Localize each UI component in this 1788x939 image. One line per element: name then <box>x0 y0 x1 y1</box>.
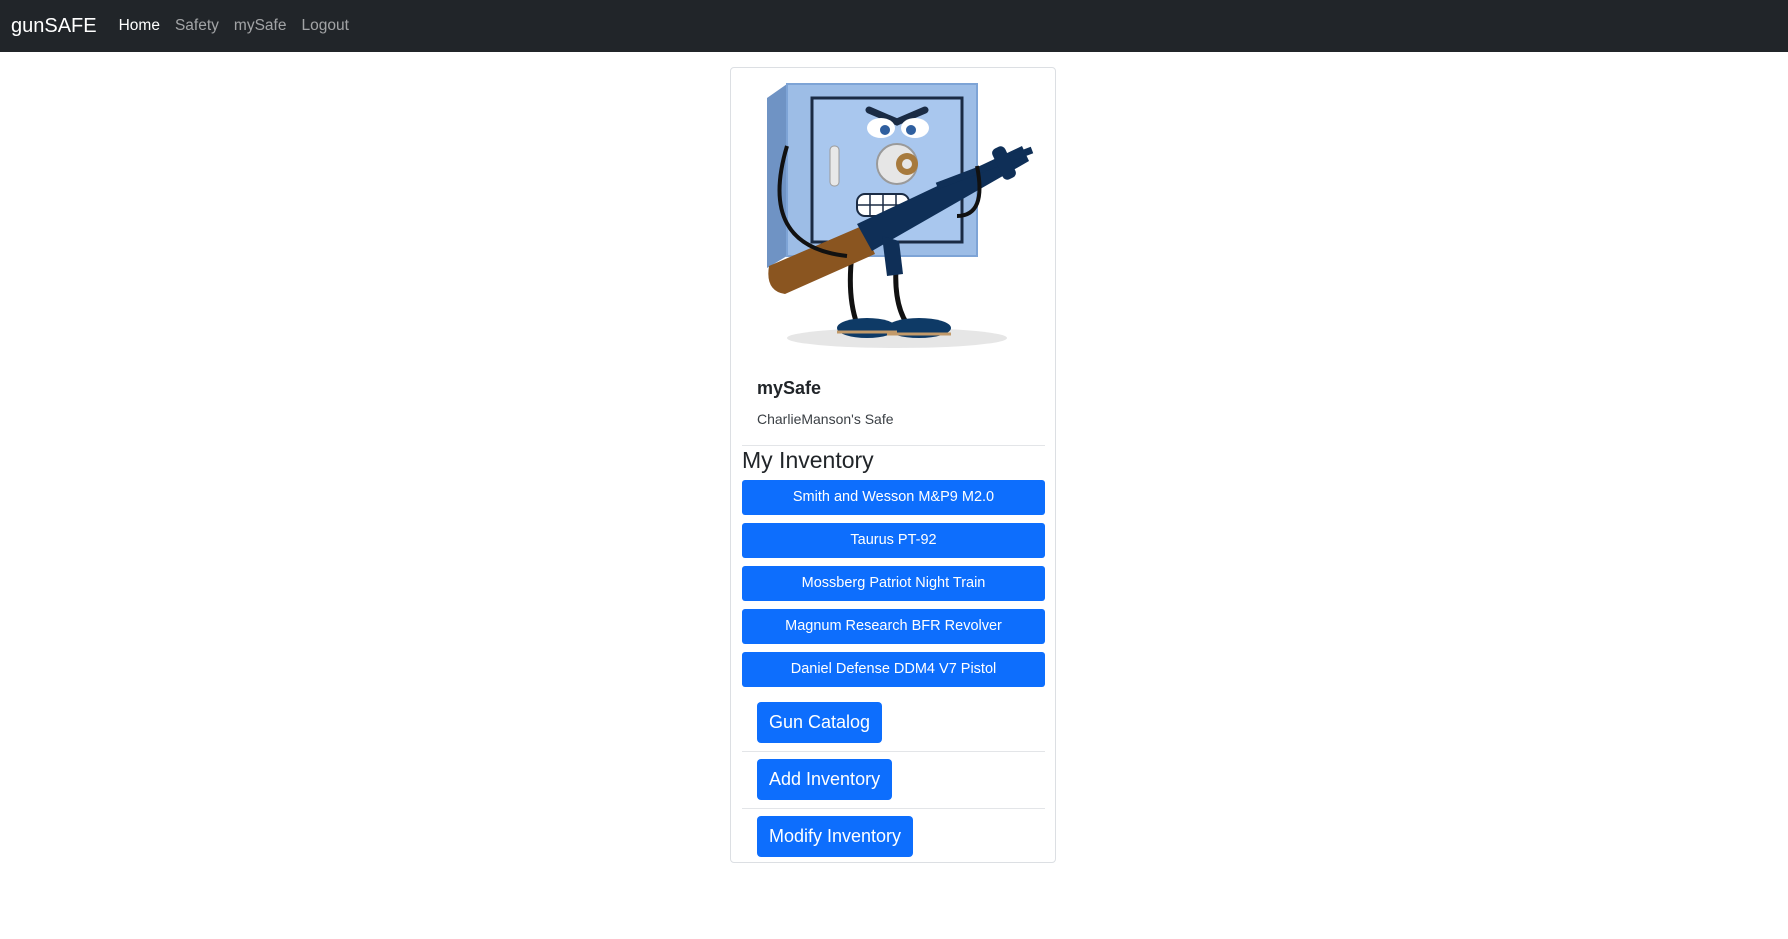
nav-link-safety[interactable]: Safety <box>175 17 219 35</box>
inventory-item-button[interactable]: Mossberg Patriot Night Train <box>742 566 1045 601</box>
inventory-heading: My Inventory <box>742 447 874 473</box>
inventory-item-button[interactable]: Taurus PT-92 <box>742 523 1045 558</box>
gun-catalog-button[interactable]: Gun Catalog <box>757 702 883 743</box>
add-inventory-button[interactable]: Add Inventory <box>757 759 893 800</box>
mysafe-card: mySafe CharlieManson's Safe My Inventory… <box>730 67 1056 863</box>
top-navbar: gunSAFE Home Safety mySafe Logout <box>0 0 1788 52</box>
inventory-item-button[interactable]: Smith and Wesson M&P9 M2.0 <box>742 480 1045 515</box>
inventory-list: Smith and Wesson M&P9 M2.0 Taurus PT-92 … <box>742 480 1045 695</box>
divider <box>742 751 1045 752</box>
modify-inventory-button[interactable]: Modify Inventory <box>757 816 914 857</box>
card-subtitle: CharlieManson's Safe <box>757 411 894 427</box>
nav-link-logout[interactable]: Logout <box>301 17 348 35</box>
nav-link-mysafe[interactable]: mySafe <box>234 17 287 35</box>
inventory-item-button[interactable]: Daniel Defense DDM4 V7 Pistol <box>742 652 1045 687</box>
inventory-item-button[interactable]: Magnum Research BFR Revolver <box>742 609 1045 644</box>
divider <box>742 808 1045 809</box>
nav-link-home[interactable]: Home <box>119 17 160 35</box>
brand-logo-link[interactable]: gunSAFE <box>11 15 97 38</box>
card-title: mySafe <box>757 378 822 398</box>
safe-mascot-image <box>767 83 1034 348</box>
divider <box>742 445 1045 446</box>
